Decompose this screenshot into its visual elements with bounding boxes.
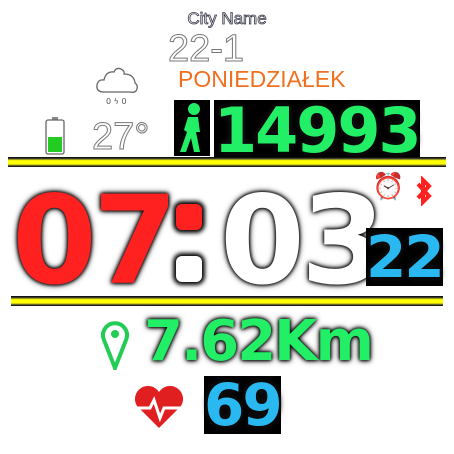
cloud-rain-icon: 0 ϟ 0	[96, 67, 138, 106]
temperature: 27°	[91, 116, 150, 158]
date: 22-1	[167, 28, 245, 70]
divider-bottom	[11, 296, 443, 306]
city-name: City Name	[187, 9, 267, 28]
alarm-clock-icon: ⏰	[372, 172, 405, 202]
heart-rate: 69	[204, 371, 283, 439]
svg-text:0 ϟ 0: 0 ϟ 0	[106, 97, 127, 106]
hours: 07	[12, 170, 178, 312]
step-count: 14993	[214, 94, 422, 167]
minutes: 03	[220, 170, 386, 312]
bluetooth-icon	[416, 176, 432, 206]
time-separator	[172, 196, 208, 286]
weekday: PONIEDZIAŁEK	[178, 66, 346, 92]
battery-icon	[45, 117, 65, 155]
divider-top	[8, 157, 446, 167]
heart-rate-icon	[134, 385, 184, 428]
walker-icon	[174, 100, 210, 156]
location-pin-icon	[101, 321, 129, 370]
distance: 7.62Km	[144, 309, 374, 374]
seconds: 22	[366, 223, 445, 291]
